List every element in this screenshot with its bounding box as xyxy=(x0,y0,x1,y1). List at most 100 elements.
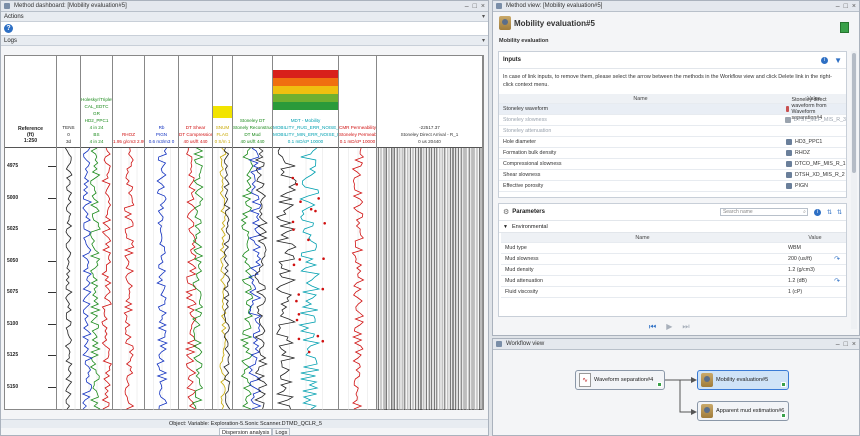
maximize-icon[interactable]: □ xyxy=(844,341,848,348)
collapse-icon[interactable]: ▾ xyxy=(482,13,485,20)
log-track-stn[interactable]: Stoneley DT Stonely Reconstruct DT DT Mud 4… xyxy=(233,56,273,410)
input-value[interactable]: DTST_MLF_MIS_R_3 xyxy=(781,117,846,123)
node-apparent-mud-estimation[interactable]: Apparent mud estimation#6 xyxy=(697,401,789,421)
sort-alt-icon[interactable]: ⇅ xyxy=(837,209,842,216)
input-value[interactable]: HD3_PPC1 xyxy=(782,139,846,145)
filter-icon[interactable]: ▼ xyxy=(834,56,842,65)
track-label: 0.1 mD/cP 10000 xyxy=(287,139,324,144)
parameter-name: Mud type xyxy=(505,245,527,251)
log-track-tens[interactable]: TENS 0 3d xyxy=(57,56,81,410)
minimize-icon[interactable]: – xyxy=(465,3,469,10)
method-view-scrollbar[interactable] xyxy=(851,51,857,329)
close-icon[interactable]: × xyxy=(852,341,856,348)
parameter-row[interactable]: Mud density 1.2 (g/cm3) xyxy=(501,265,846,276)
environmental-group[interactable]: ▼ Environmental xyxy=(499,221,846,233)
log-track-gr[interactable]: Holeskyr/Triplet CAL_EDTC GR HD2_PPC1 4 in 2… xyxy=(81,56,113,410)
input-row[interactable]: Stoneley waveform Stoneley direct wavefo… xyxy=(499,97,846,121)
track-curve-area xyxy=(62,147,76,410)
input-value[interactable]: PIGN xyxy=(782,183,846,189)
input-value[interactable]: DTSH_XD_MIS_R_2 xyxy=(782,172,846,178)
link-waveform-to-apparent[interactable] xyxy=(665,379,697,415)
info-icon[interactable]: i xyxy=(813,208,821,216)
track-label: MOBILITY_MIN_ERR_NOISE_R_5 xyxy=(273,132,338,137)
log-track-rhoz[interactable]: RHOZ 1.95 g/cm3 2.95 xyxy=(113,56,145,410)
help-icon[interactable]: ? xyxy=(4,24,13,33)
track-header: Rb PIGN 0.6 m3/m3 0 xyxy=(145,56,178,148)
first-icon[interactable]: ⏮ xyxy=(649,322,656,332)
sort-icon[interactable]: ⇅ xyxy=(827,209,832,216)
track-label: 3d xyxy=(65,139,72,144)
log-track-cmr[interactable]: CMR Permeability Stoneley Permeability 0.1… xyxy=(339,56,377,410)
input-row[interactable]: Stoneley attenuation xyxy=(499,126,846,137)
search-icon[interactable]: ⌕ xyxy=(803,209,806,215)
log-track-rb[interactable]: Rb PIGN 0.6 m3/m3 0 xyxy=(145,56,179,410)
maximize-icon[interactable]: □ xyxy=(473,3,477,10)
input-value[interactable]: RHOZ xyxy=(782,150,846,156)
input-value[interactable]: DTCO_MF_MIS_R_1 xyxy=(782,161,846,167)
logs-label: Logs xyxy=(4,37,18,44)
log-track-wav[interactable]: -22517.37 Stoneley Direct Arrival - R_1 0 … xyxy=(376,56,483,410)
log-track-mob[interactable]: MDT - Mobility MOBILITY_RUG_ERR_NOISE_R_5… xyxy=(273,56,339,410)
input-row[interactable]: Shear slowness DTSH_XD_MIS_R_2 xyxy=(499,170,846,181)
track-label: 4 in 24 xyxy=(89,125,104,130)
node-mobility-evaluation[interactable]: Mobility evaluation#5 xyxy=(697,370,789,390)
node-waveform-separation[interactable]: ∿ Waveform separation#4 xyxy=(575,370,665,390)
column-name: Name xyxy=(635,234,650,241)
parameter-row[interactable]: Mud attenuation 1.2 (dB) ↷ xyxy=(501,276,846,287)
parameter-row[interactable]: Mud type WBM xyxy=(501,243,846,254)
input-row[interactable]: Formation bulk density RHOZ xyxy=(499,148,846,159)
track-curve-area xyxy=(275,147,326,410)
mdt-mobility-point xyxy=(307,238,310,242)
close-icon[interactable]: × xyxy=(852,3,856,10)
parameter-value[interactable]: 1.2 (dB) ↷ xyxy=(784,277,846,285)
info-icon[interactable]: i xyxy=(821,56,829,64)
input-row[interactable]: Compressional slowness DTCO_MF_MIS_R_1 xyxy=(499,159,846,170)
method-heading-block: Mobility evaluation#5 xyxy=(499,16,595,30)
input-name: Stoneley attenuation xyxy=(503,128,552,134)
log-track-dtc[interactable]: SNUM FLAG 0 S/m 1 xyxy=(213,56,233,410)
parameter-value[interactable]: 1.2 (g/cm3) xyxy=(784,267,846,273)
dashboard-title: Method dashboard: [Mobility evaluation#5… xyxy=(14,3,127,9)
minimize-icon[interactable]: – xyxy=(836,341,840,348)
input-row[interactable]: Effective porosity PIGN xyxy=(499,181,846,192)
reset-icon[interactable]: ↷ xyxy=(834,255,840,263)
parameter-value[interactable]: 1 (cP) xyxy=(784,289,846,295)
chevron-down-icon[interactable]: ▼ xyxy=(503,224,508,230)
export-icon[interactable] xyxy=(840,22,849,33)
log-track-dts[interactable]: DT Shear DT Compressional 40 us/ft 440 xyxy=(179,56,213,410)
tab-logs[interactable]: Logs xyxy=(272,428,291,435)
actions-header[interactable]: Actions ▾ xyxy=(1,12,488,22)
log-plot[interactable]: Reference (ft) 1:250 4975 5000 5025 5050 507… xyxy=(4,55,484,410)
depth-tick xyxy=(48,292,56,293)
logs-header[interactable]: Logs ▾ xyxy=(1,36,488,46)
scrollbar-thumb[interactable] xyxy=(852,53,856,173)
parameter-row[interactable]: Mud slowness 200 (us/ft) ↷ xyxy=(501,254,846,265)
next-icon[interactable]: ▶ xyxy=(666,322,672,332)
track-header: DT Shear DT Compressional 40 us/ft 440 xyxy=(179,56,212,148)
log-curve xyxy=(275,147,297,410)
mdt-mobility-point xyxy=(295,299,298,303)
minimize-icon[interactable]: – xyxy=(836,3,840,10)
parameter-value-text: 1.2 (dB) xyxy=(788,278,807,284)
actions-toolbar: ? xyxy=(1,22,488,36)
search-input[interactable]: Search name ⌕ xyxy=(719,208,808,216)
close-icon[interactable]: × xyxy=(481,3,485,10)
input-row[interactable]: Hole diameter HD3_PPC1 xyxy=(499,137,846,148)
maximize-icon[interactable]: □ xyxy=(844,3,848,10)
reset-icon[interactable]: ↷ xyxy=(834,277,840,285)
depth-scale-area: 4975 5000 5025 5050 5075 5100 5125 5150 xyxy=(5,148,56,409)
waveform-icon: ∿ xyxy=(579,373,591,387)
track-label: Holeskyr/Triplet xyxy=(81,97,112,102)
collapse-icon[interactable]: ▾ xyxy=(482,37,485,44)
tab-dispersion-analysis[interactable]: Dispersion analysis xyxy=(219,428,273,435)
gear-icon: ⚙ xyxy=(503,209,510,216)
parameter-row[interactable]: Fluid viscosity 1 (cP) xyxy=(501,287,846,298)
parameter-value[interactable]: WBM xyxy=(784,245,846,251)
column-name: Name xyxy=(633,95,648,102)
track-header: CMR Permeability Stoneley Permeability 0.1… xyxy=(339,56,376,148)
parameter-value[interactable]: 200 (us/ft) ↷ xyxy=(784,255,846,263)
input-row[interactable]: Stoneley slowness DTST_MLF_MIS_R_3 xyxy=(499,115,846,126)
depth-track: Reference (ft) 1:250 4975 5000 5025 5050 507… xyxy=(5,56,57,409)
track-curve-area xyxy=(81,147,113,410)
last-icon[interactable]: ⏭ xyxy=(682,322,689,332)
